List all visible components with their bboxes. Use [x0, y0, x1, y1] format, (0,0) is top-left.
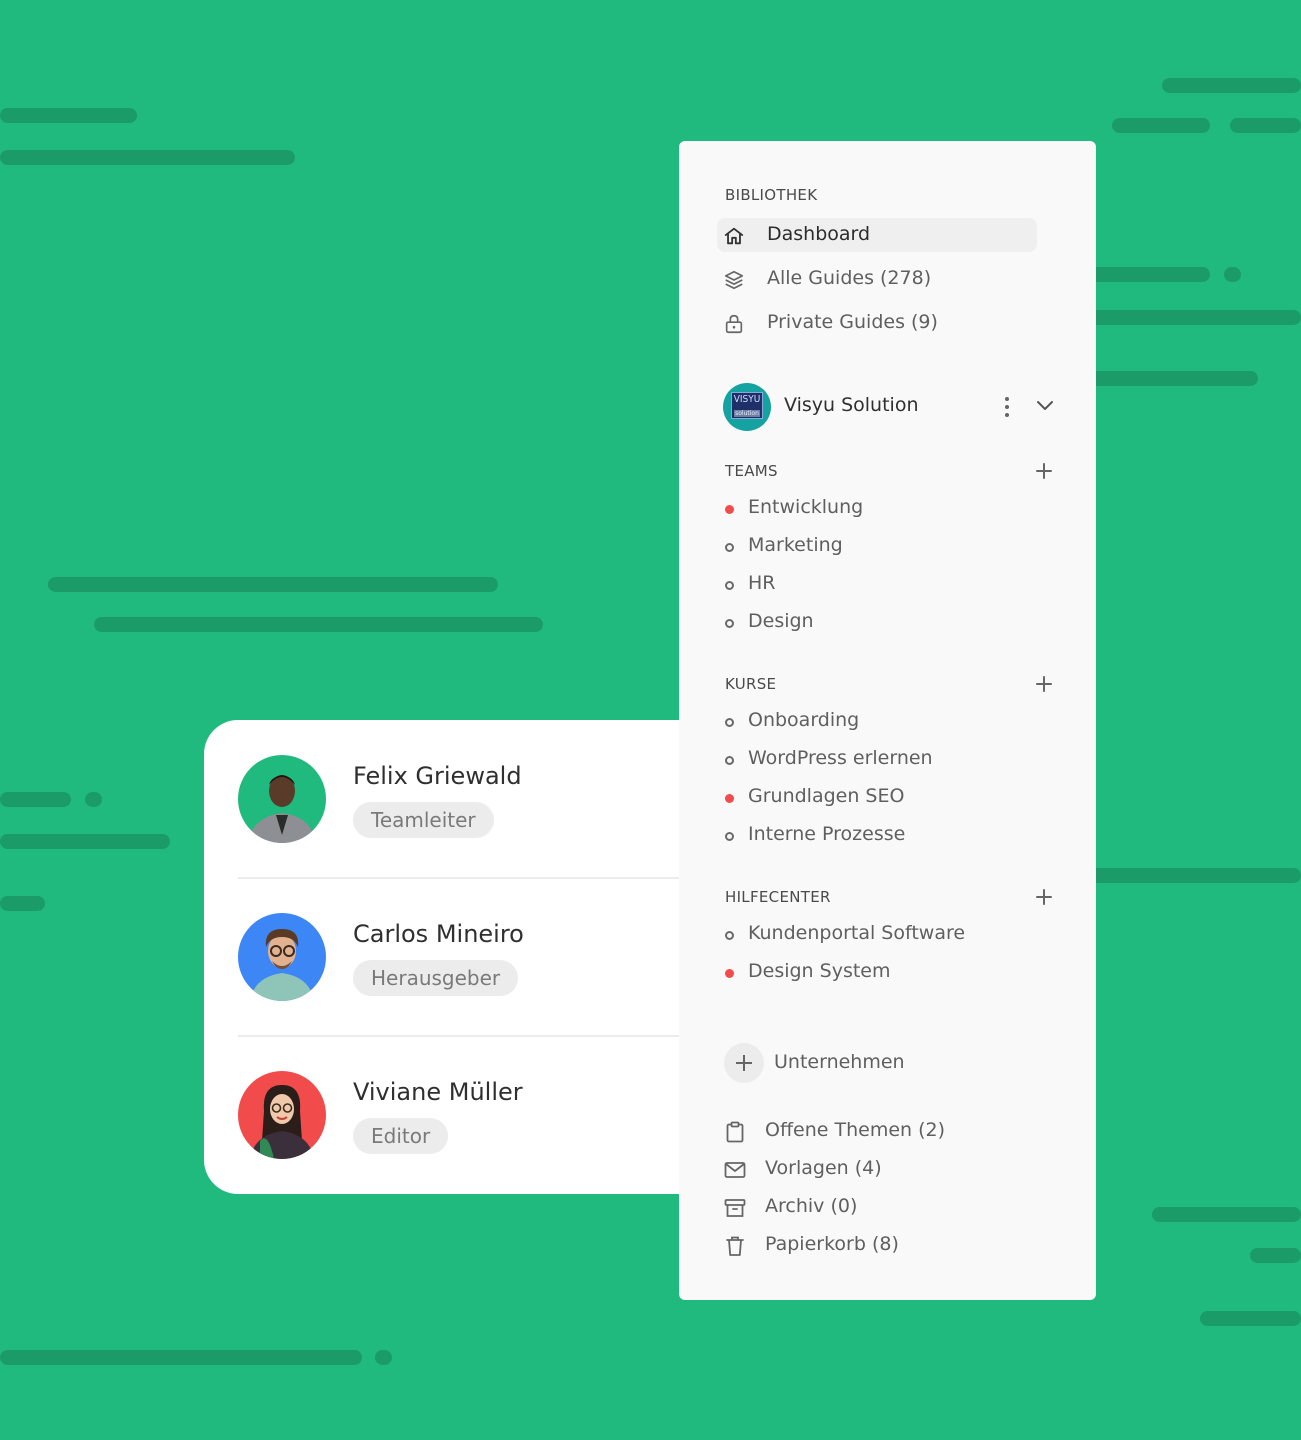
decorative-stripe	[375, 1350, 392, 1365]
section-heading-courses: KURSE	[725, 675, 777, 693]
helpcenter-label: Design System	[748, 960, 891, 982]
avatar	[238, 913, 326, 1001]
mail-icon	[724, 1162, 746, 1178]
decorative-stripe	[1200, 1311, 1301, 1326]
status-dot	[725, 794, 734, 803]
nav-item-templates[interactable]: Vorlagen (4)	[723, 1155, 1043, 1185]
decorative-stripe	[0, 1350, 362, 1365]
course-label: Onboarding	[748, 709, 860, 731]
section-heading-helpcenter: HILFECENTER	[725, 888, 831, 906]
role-badge: Herausgeber	[353, 960, 519, 996]
user-row[interactable]: Carlos Mineiro Herausgeber	[238, 878, 698, 1036]
add-course-icon[interactable]	[1034, 674, 1054, 694]
nav-item-label: Alle Guides (278)	[767, 267, 932, 289]
sidebar: BIBLIOTHEK Dashboard Alle Guides (278) P…	[679, 141, 1096, 1300]
archive-icon	[724, 1199, 746, 1217]
course-label: Grundlagen SEO	[748, 785, 905, 807]
clipboard-icon	[726, 1121, 744, 1143]
avatar	[238, 1071, 326, 1159]
status-dot	[725, 969, 734, 978]
decorative-stripe	[1090, 267, 1210, 282]
team-label: HR	[748, 572, 776, 594]
organization-switcher[interactable]: VISYU solution Visyu Solution	[723, 383, 1063, 431]
status-dot	[725, 543, 734, 552]
decorative-stripe	[1250, 1248, 1301, 1263]
decorative-stripe	[1090, 371, 1258, 386]
decorative-stripe	[1152, 1207, 1301, 1222]
avatar-person-icon	[248, 775, 316, 843]
role-badge: Teamleiter	[353, 802, 494, 838]
user-name: Viviane Müller	[353, 1078, 523, 1106]
nav-item-dashboard[interactable]: Dashboard	[717, 218, 1037, 252]
status-dot	[725, 619, 734, 628]
user-name: Felix Griewald	[353, 762, 522, 790]
decorative-stripe	[1224, 267, 1241, 282]
decorative-stripe	[1112, 118, 1210, 133]
team-label: Entwicklung	[748, 496, 864, 518]
course-label: WordPress erlernen	[748, 747, 933, 769]
section-heading-library: BIBLIOTHEK	[725, 186, 818, 204]
team-label: Design	[748, 610, 814, 632]
add-helpcenter-icon[interactable]	[1034, 887, 1054, 907]
role-badge: Editor	[353, 1118, 449, 1154]
decorative-stripe	[0, 792, 71, 807]
more-options-icon[interactable]	[1001, 395, 1013, 419]
nav-item-open-topics[interactable]: Offene Themen (2)	[723, 1117, 1043, 1147]
add-company-button[interactable]: Unternehmen	[724, 1043, 944, 1083]
decorative-stripe	[1090, 310, 1301, 325]
team-label: Marketing	[748, 534, 843, 556]
nav-item-private-guides[interactable]: Private Guides (9)	[717, 306, 1037, 340]
decorative-stripe	[94, 617, 543, 632]
status-dot	[725, 581, 734, 590]
course-label: Interne Prozesse	[748, 823, 906, 845]
nav-item-label: Vorlagen (4)	[765, 1157, 882, 1179]
nav-item-label: Papierkorb (8)	[765, 1233, 899, 1255]
nav-item-trash[interactable]: Papierkorb (8)	[723, 1231, 1043, 1261]
trash-icon	[726, 1236, 744, 1256]
avatar	[238, 755, 326, 843]
nav-item-label: Private Guides (9)	[767, 311, 938, 333]
decorative-stripe	[0, 150, 295, 165]
plus-icon	[724, 1043, 764, 1083]
helpcenter-label: Kundenportal Software	[748, 922, 966, 944]
user-row[interactable]: Felix Griewald Teamleiter	[238, 720, 698, 878]
add-company-label: Unternehmen	[774, 1051, 905, 1073]
nav-item-label: Archiv (0)	[765, 1195, 858, 1217]
user-row[interactable]: Viviane Müller Editor	[238, 1036, 698, 1194]
decorative-stripe	[1090, 868, 1301, 883]
status-dot	[725, 931, 734, 940]
nav-item-all-guides[interactable]: Alle Guides (278)	[717, 262, 1037, 296]
decorative-stripe	[85, 792, 102, 807]
decorative-stripe	[48, 577, 498, 592]
home-icon	[724, 227, 744, 245]
decorative-stripe	[1230, 118, 1301, 133]
add-team-icon[interactable]	[1034, 461, 1054, 481]
chevron-down-icon[interactable]	[1033, 393, 1057, 417]
section-heading-teams: TEAMS	[725, 462, 778, 480]
decorative-stripe	[0, 834, 170, 849]
avatar-person-icon	[250, 929, 314, 1001]
status-dot	[725, 505, 734, 514]
lock-icon	[725, 314, 743, 334]
decorative-stripe	[1162, 78, 1301, 93]
team-members-card: Felix Griewald Teamleiter Carlos Mineiro…	[204, 720, 724, 1194]
decorative-stripe	[0, 896, 45, 911]
organization-logo-subtext: solution	[734, 410, 760, 417]
nav-item-archive[interactable]: Archiv (0)	[723, 1193, 1043, 1223]
user-name: Carlos Mineiro	[353, 920, 524, 948]
status-dot	[725, 756, 734, 765]
decorative-stripe	[0, 108, 137, 123]
nav-item-label: Dashboard	[767, 223, 871, 245]
nav-item-label: Offene Themen (2)	[765, 1119, 946, 1141]
status-dot	[725, 718, 734, 727]
layers-icon	[724, 270, 744, 290]
avatar-person-icon	[250, 1085, 314, 1159]
status-dot	[725, 832, 734, 841]
organization-logo: VISYU solution	[723, 383, 771, 431]
organization-name: Visyu Solution	[784, 394, 919, 416]
